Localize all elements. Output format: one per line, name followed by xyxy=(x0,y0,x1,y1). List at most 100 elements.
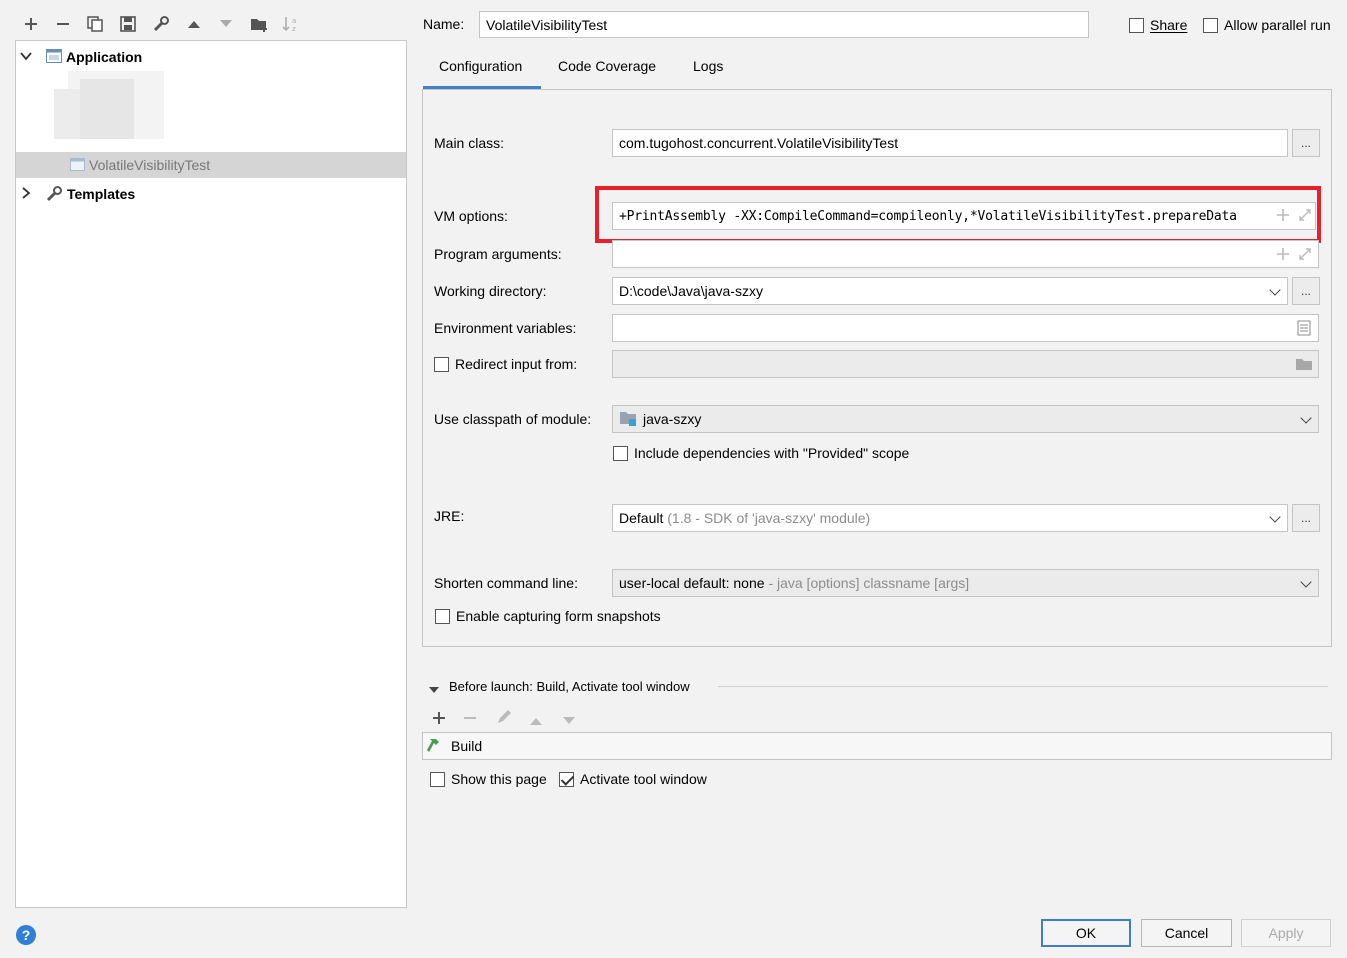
chevron-down-icon xyxy=(1269,284,1281,296)
tree-label-application: Application xyxy=(66,49,143,65)
arrow-up-icon[interactable] xyxy=(529,713,543,729)
cancel-button[interactable]: Cancel xyxy=(1141,919,1232,947)
ok-button[interactable]: OK xyxy=(1041,919,1131,947)
include-dependencies-label: Include dependencies with "Provided" sco… xyxy=(634,445,910,461)
triangle-down-icon[interactable] xyxy=(428,682,440,698)
plus-icon[interactable] xyxy=(432,711,446,728)
activate-tool-window-checkbox[interactable]: Activate tool window xyxy=(559,771,707,787)
jre-dropdown[interactable]: Default (1.8 - SDK of 'java-szxy' module… xyxy=(612,504,1288,532)
environment-variables-input[interactable] xyxy=(612,314,1319,342)
show-this-page-checkbox-box[interactable] xyxy=(430,771,445,787)
module-icon xyxy=(619,410,637,429)
save-icon[interactable] xyxy=(117,12,139,36)
working-directory-dropdown[interactable]: D:\code\Java\java-szxy xyxy=(612,277,1288,305)
copy-icon[interactable] xyxy=(84,12,106,36)
svg-text:z: z xyxy=(292,25,296,33)
main-class-browse-button[interactable]: ... xyxy=(1292,129,1320,157)
main-class-value: com.tugohost.concurrent.VolatileVisibili… xyxy=(619,135,899,151)
allow-parallel-checkbox[interactable]: Allow parallel run xyxy=(1203,17,1331,33)
document-icon[interactable] xyxy=(1297,320,1311,339)
redirect-input-field[interactable] xyxy=(612,350,1319,378)
before-launch-divider xyxy=(718,686,1328,687)
tab-configuration[interactable]: Configuration xyxy=(439,58,522,74)
arrow-down-icon[interactable] xyxy=(215,12,237,36)
chevron-right-icon[interactable] xyxy=(20,186,34,202)
shorten-command-line-hint: - java [options] classname [args] xyxy=(768,575,970,591)
minus-icon[interactable] xyxy=(463,711,477,728)
working-directory-label: Working directory: xyxy=(434,283,547,299)
before-launch-task-list[interactable]: Build xyxy=(422,732,1332,760)
tree-node-templates[interactable]: Templates xyxy=(16,181,406,207)
chevron-down-icon xyxy=(1269,511,1281,523)
tab-logs[interactable]: Logs xyxy=(693,58,723,74)
tree-label-item: VolatileVisibilityTest xyxy=(89,157,211,173)
arrow-up-icon[interactable] xyxy=(183,12,205,36)
environment-variables-label: Environment variables: xyxy=(434,320,577,336)
main-class-label: Main class: xyxy=(434,135,505,151)
share-label: Share xyxy=(1150,17,1188,33)
minus-icon[interactable] xyxy=(52,12,74,36)
chevron-down-icon[interactable] xyxy=(20,50,34,65)
activate-tool-window-label: Activate tool window xyxy=(580,771,707,787)
working-directory-browse-button[interactable]: ... xyxy=(1292,277,1320,305)
vm-options-input[interactable]: +PrintAssembly -XX:CompileCommand=compil… xyxy=(612,202,1316,230)
include-dependencies-checkbox[interactable]: Include dependencies with "Provided" sco… xyxy=(613,445,909,461)
blurred-region xyxy=(50,69,164,141)
new-folder-icon[interactable] xyxy=(248,12,270,36)
working-directory-value: D:\code\Java\java-szxy xyxy=(619,283,763,299)
share-checkbox-box[interactable] xyxy=(1129,17,1144,33)
shorten-command-line-dropdown[interactable]: user-local default: none - java [options… xyxy=(612,569,1319,597)
vm-options-label: VM options: xyxy=(434,208,508,224)
chevron-down-icon xyxy=(1300,576,1312,588)
enable-snapshots-checkbox-box[interactable] xyxy=(435,608,450,624)
redirect-input-checkbox-box[interactable] xyxy=(434,356,449,372)
classpath-module-label: Use classpath of module: xyxy=(434,411,592,427)
activate-tool-window-checkbox-box[interactable] xyxy=(559,771,574,787)
enable-snapshots-checkbox[interactable]: Enable capturing form snapshots xyxy=(435,608,661,624)
name-label: Name: xyxy=(423,16,465,32)
program-arguments-expand-icon[interactable] xyxy=(1298,247,1312,264)
tree-item-volatile-visibility-test[interactable]: VolatileVisibilityTest xyxy=(16,152,406,178)
vm-options-value: +PrintAssembly -XX:CompileCommand=compil… xyxy=(619,208,1237,224)
include-dependencies-checkbox-box[interactable] xyxy=(613,445,628,461)
pencil-icon[interactable] xyxy=(496,709,512,728)
vm-options-expand-icon[interactable] xyxy=(1298,208,1312,225)
apply-button[interactable]: Apply xyxy=(1241,919,1331,947)
sort-az-icon[interactable]: az xyxy=(280,12,302,36)
jre-value: Default xyxy=(619,510,664,526)
application-icon xyxy=(70,158,85,174)
arrow-down-icon[interactable] xyxy=(562,713,576,729)
tab-code-coverage[interactable]: Code Coverage xyxy=(558,58,656,74)
enable-snapshots-label: Enable capturing form snapshots xyxy=(456,608,661,624)
redirect-input-label: Redirect input from: xyxy=(455,356,578,372)
tree-node-application[interactable]: Application xyxy=(16,44,406,70)
main-class-input[interactable]: com.tugohost.concurrent.VolatileVisibili… xyxy=(612,129,1288,157)
allow-parallel-checkbox-box[interactable] xyxy=(1203,17,1218,33)
shorten-command-line-label: Shorten command line: xyxy=(434,575,578,591)
plus-icon[interactable] xyxy=(20,12,42,36)
configuration-tree[interactable]: Application VolatileVisibilityTest Templ… xyxy=(15,40,407,908)
tree-label-templates: Templates xyxy=(67,186,136,202)
classpath-module-dropdown[interactable]: java-szxy xyxy=(612,405,1319,433)
help-icon[interactable]: ? xyxy=(16,925,36,945)
application-icon xyxy=(46,49,62,66)
show-this-page-checkbox[interactable]: Show this page xyxy=(430,771,547,787)
jre-label: JRE: xyxy=(434,508,465,524)
chevron-down-icon xyxy=(1300,412,1312,424)
wrench-icon xyxy=(46,186,62,205)
wrench-icon[interactable] xyxy=(150,12,172,36)
folder-icon[interactable] xyxy=(1295,357,1313,374)
jre-browse-button[interactable]: ... xyxy=(1292,504,1320,532)
program-arguments-input[interactable] xyxy=(612,240,1319,268)
share-checkbox[interactable]: Share xyxy=(1129,17,1187,33)
show-this-page-label: Show this page xyxy=(451,771,547,787)
shorten-command-line-value: user-local default: none xyxy=(619,575,765,591)
program-arguments-add-icon[interactable] xyxy=(1276,247,1290,264)
vm-options-add-icon[interactable] xyxy=(1276,208,1290,225)
before-launch-title: Before launch: Build, Activate tool wind… xyxy=(449,679,690,694)
allow-parallel-label: Allow parallel run xyxy=(1224,17,1331,33)
program-arguments-label: Program arguments: xyxy=(434,246,562,262)
redirect-input-checkbox[interactable]: Redirect input from: xyxy=(434,356,577,372)
name-input[interactable]: VolatileVisibilityTest xyxy=(479,11,1089,38)
hammer-icon xyxy=(427,736,447,757)
